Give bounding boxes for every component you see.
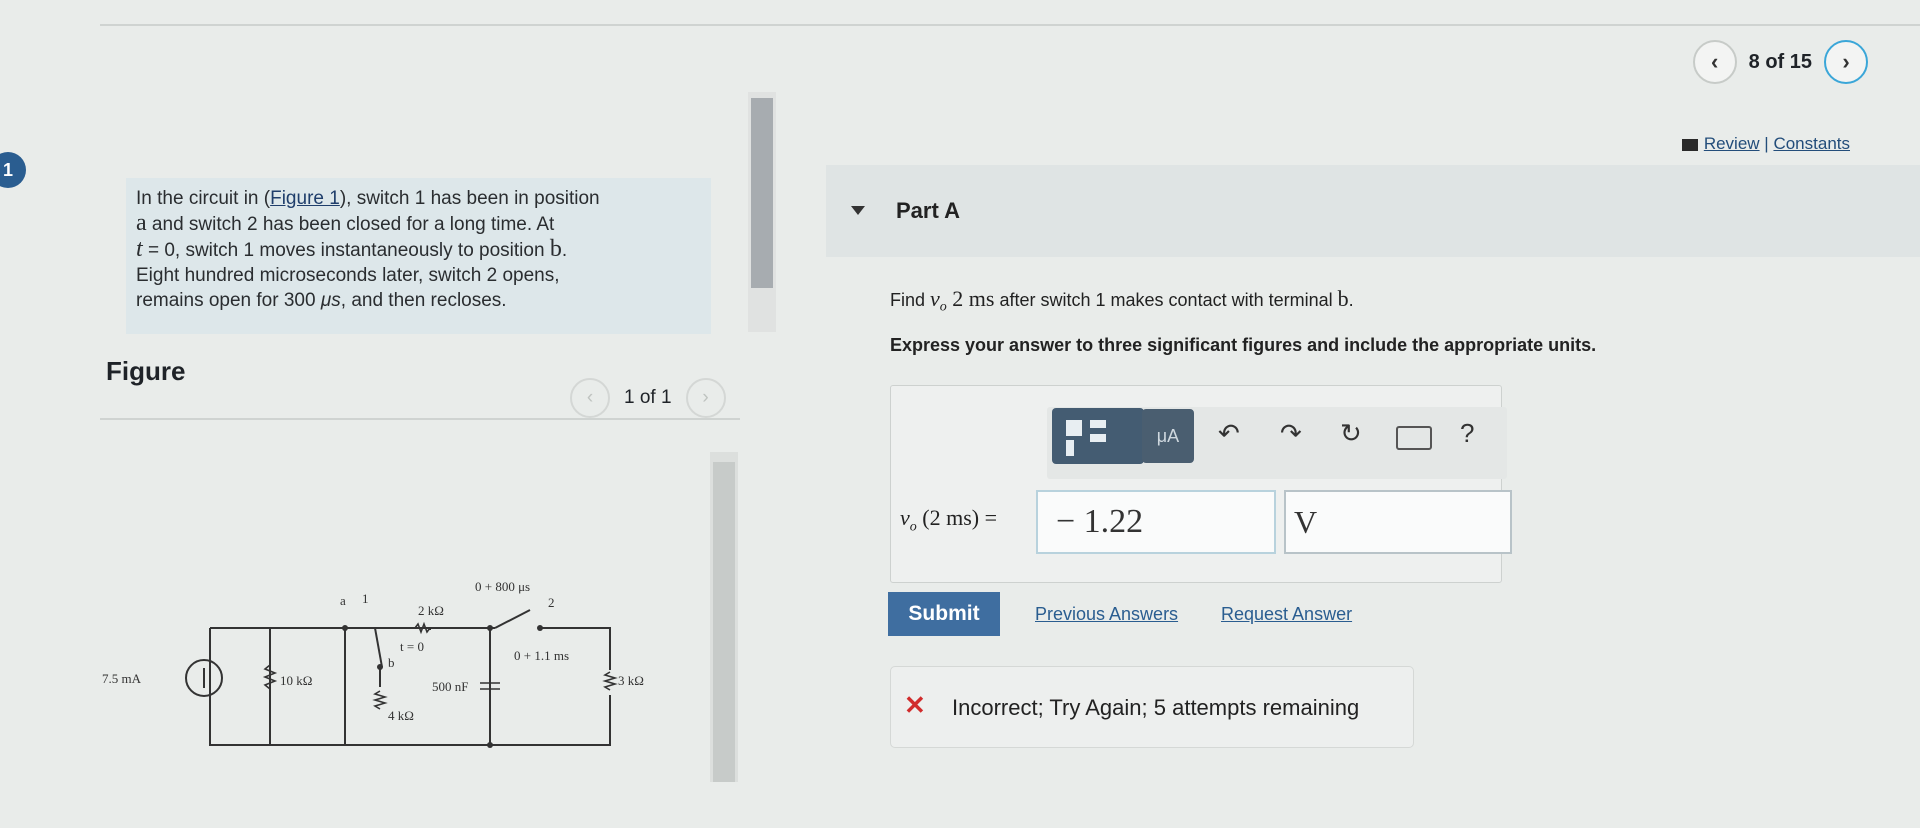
value-input[interactable]: − 1.22 bbox=[1036, 490, 1276, 554]
problem-text: and switch 2 has been closed for a long … bbox=[146, 214, 555, 235]
t0-label: t = 0 bbox=[400, 639, 424, 654]
answer-label: vo (2 ms) = bbox=[900, 505, 997, 535]
template-icon bbox=[1090, 434, 1106, 442]
circuit-diagram: 7.5 mA 10 kΩ 2 kΩ 4 kΩ 500 nF 3 kΩ a 1 b… bbox=[102, 579, 644, 748]
question-fragment: Find bbox=[890, 290, 931, 310]
r1-label: 10 kΩ bbox=[280, 673, 312, 688]
constants-link[interactable]: Constants bbox=[1773, 134, 1850, 153]
prev-item-button[interactable]: ‹ bbox=[1692, 40, 1737, 84]
figure-prev-button[interactable]: ‹ bbox=[570, 378, 610, 418]
r3-label: 4 kΩ bbox=[388, 708, 414, 723]
next-item-button[interactable]: › bbox=[1824, 40, 1868, 84]
units-button[interactable]: μA bbox=[1142, 409, 1194, 463]
chevron-left-icon: ‹ bbox=[1710, 49, 1719, 74]
time-unit: ms bbox=[968, 286, 995, 311]
template-icon bbox=[1066, 420, 1082, 436]
source-label: 7.5 mA bbox=[102, 671, 142, 686]
chevron-right-icon: › bbox=[702, 387, 709, 408]
problem-statement: In the circuit in (Figure 1), switch 1 h… bbox=[126, 178, 711, 334]
position-a: a bbox=[136, 210, 147, 236]
terminal-label: b bbox=[1337, 286, 1349, 311]
part-a-header[interactable] bbox=[826, 165, 1920, 257]
voltage-variable: v bbox=[930, 286, 940, 311]
question-fragment: . bbox=[1348, 290, 1354, 310]
figure-link[interactable]: Figure 1 bbox=[270, 188, 340, 209]
problem-text: = 0, switch 1 moves instantaneously to p… bbox=[142, 240, 550, 261]
header-links: Review | Constants bbox=[1681, 134, 1850, 154]
unit-input[interactable]: V bbox=[1284, 490, 1512, 554]
question-fragment: 2 bbox=[946, 286, 969, 311]
question-fragment: after switch 1 makes contact with termin… bbox=[994, 290, 1338, 310]
cap-label: 500 nF bbox=[432, 679, 468, 694]
problem-text: ), switch 1 has been in position bbox=[339, 188, 600, 209]
voltage-subscript: o bbox=[909, 519, 917, 535]
figure-next-button[interactable]: › bbox=[685, 378, 726, 418]
collapse-triangle-icon[interactable] bbox=[851, 206, 865, 215]
position-b: b bbox=[549, 236, 562, 262]
undo-icon[interactable]: ↶ bbox=[1218, 418, 1240, 449]
chevron-left-icon: ‹ bbox=[586, 387, 594, 408]
problem-text: , and then recloses. bbox=[340, 290, 507, 311]
problem-text: . bbox=[561, 240, 568, 261]
problem-scrollbar[interactable] bbox=[748, 92, 776, 332]
switch1-label: 1 bbox=[362, 591, 369, 606]
template-icon bbox=[1066, 440, 1074, 456]
templates-button[interactable] bbox=[1052, 408, 1144, 464]
pager-nav: ‹ 8 of 15 › bbox=[1692, 40, 1868, 84]
switch2-label: 2 bbox=[548, 595, 555, 610]
redo-icon[interactable]: ↷ bbox=[1280, 418, 1302, 449]
switch2-open-label: 0 + 800 μs bbox=[475, 579, 530, 594]
submit-button[interactable]: Submit bbox=[888, 592, 1000, 636]
review-link[interactable]: Review bbox=[1704, 134, 1760, 153]
link-separator: | bbox=[1764, 134, 1769, 153]
feedback-text: Incorrect; Try Again; 5 attempts remaini… bbox=[952, 695, 1360, 720]
item-counter: 8 of 15 bbox=[1748, 50, 1812, 73]
answer-label-rest: (2 ms) = bbox=[916, 505, 997, 530]
help-icon[interactable]: ? bbox=[1460, 418, 1474, 449]
reset-icon[interactable]: ↻ bbox=[1340, 418, 1362, 449]
voltage-variable: v bbox=[900, 505, 910, 530]
keyboard-icon[interactable] bbox=[1396, 426, 1432, 450]
figure-counter: 1 of 1 bbox=[624, 387, 672, 408]
item-badge: 1 bbox=[0, 152, 26, 188]
node-a-label: a bbox=[340, 593, 346, 608]
switch2-close-label: 0 + 1.1 ms bbox=[514, 648, 569, 663]
r4-label: 3 kΩ bbox=[618, 673, 644, 688]
previous-answers-link[interactable]: Previous Answers bbox=[1035, 604, 1178, 625]
question-text: Find vo 2 ms after switch 1 makes contac… bbox=[890, 286, 1354, 316]
unit-microseconds: μs bbox=[320, 290, 341, 311]
template-icon bbox=[1090, 420, 1106, 428]
incorrect-icon: ✕ bbox=[904, 690, 926, 720]
time-variable: t bbox=[136, 236, 143, 262]
scroll-thumb[interactable] bbox=[751, 98, 773, 288]
book-icon bbox=[1681, 138, 1698, 151]
voltage-subscript: o bbox=[939, 299, 947, 315]
figure-divider bbox=[100, 418, 740, 420]
node-b-label: b bbox=[388, 655, 395, 670]
problem-text: remains open for 300 bbox=[136, 290, 321, 311]
r2-label: 2 kΩ bbox=[418, 603, 444, 618]
instructions: Express your answer to three significant… bbox=[890, 335, 1597, 355]
figure-heading: Figure bbox=[106, 356, 186, 386]
figure-pager: ‹ 1 of 1 › bbox=[570, 378, 726, 418]
chevron-right-icon: › bbox=[1842, 49, 1850, 74]
part-title: Part A bbox=[896, 198, 960, 223]
problem-text: Eight hundred microseconds later, switch… bbox=[136, 265, 560, 286]
request-answer-link[interactable]: Request Answer bbox=[1221, 604, 1352, 625]
top-divider bbox=[100, 24, 1920, 26]
problem-text: In the circuit in ( bbox=[136, 188, 271, 209]
